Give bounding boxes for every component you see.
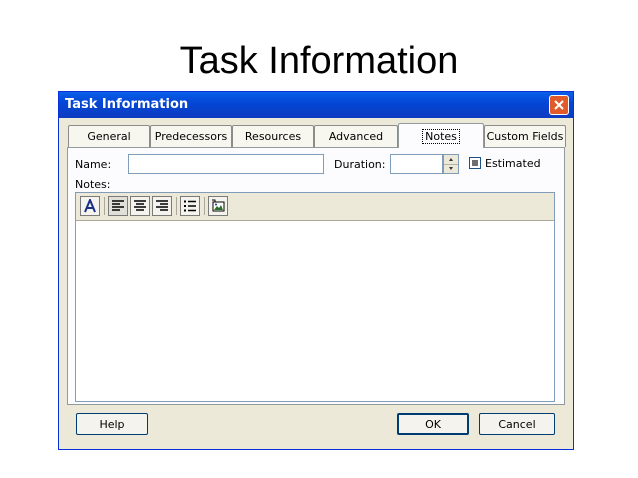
notes-label: Notes: xyxy=(75,178,111,191)
dialog-title: Task Information xyxy=(65,97,189,112)
font-button[interactable] xyxy=(80,196,100,216)
help-button[interactable]: Help xyxy=(76,413,148,435)
align-right-icon xyxy=(156,200,168,211)
notes-editor xyxy=(75,192,555,402)
notes-textarea[interactable] xyxy=(76,221,554,401)
close-icon xyxy=(554,100,564,110)
align-left-icon xyxy=(112,200,124,211)
tab-predecessors[interactable]: Predecessors xyxy=(150,125,232,147)
font-icon xyxy=(84,199,96,213)
insert-object-button[interactable] xyxy=(208,196,228,216)
cancel-button[interactable]: Cancel xyxy=(479,413,555,435)
spinner-down-icon[interactable] xyxy=(444,165,458,174)
estimated-label: Estimated xyxy=(485,157,541,170)
name-input[interactable] xyxy=(128,154,324,174)
task-information-dialog: Task Information General Predecessors Re… xyxy=(58,91,574,450)
tab-resources[interactable]: Resources xyxy=(232,125,314,147)
align-right-button[interactable] xyxy=(152,196,172,216)
tab-general[interactable]: General xyxy=(68,125,150,147)
align-center-icon xyxy=(134,200,146,211)
tab-custom-fields[interactable]: Custom Fields xyxy=(484,125,566,147)
estimated-checkbox[interactable] xyxy=(469,157,481,169)
close-button[interactable] xyxy=(549,95,569,115)
tab-advanced[interactable]: Advanced xyxy=(314,125,398,147)
tab-notes[interactable]: Notes xyxy=(398,123,484,148)
spinner-up-icon[interactable] xyxy=(444,155,458,165)
align-left-button[interactable] xyxy=(108,196,128,216)
name-label: Name: xyxy=(75,158,112,171)
ok-button[interactable]: OK xyxy=(397,413,469,435)
dialog-titlebar[interactable]: Task Information xyxy=(59,92,573,118)
duration-spinner[interactable] xyxy=(443,154,459,174)
slide-title: Task Information xyxy=(179,40,459,82)
duration-label: Duration: xyxy=(334,158,386,171)
checkbox-mark-icon xyxy=(472,160,478,166)
duration-input[interactable] xyxy=(390,154,443,174)
align-center-button[interactable] xyxy=(130,196,150,216)
insert-object-icon xyxy=(212,199,225,212)
bullet-list-button[interactable] xyxy=(180,196,200,216)
notes-toolbar xyxy=(76,193,554,221)
bullet-list-icon xyxy=(184,200,196,212)
